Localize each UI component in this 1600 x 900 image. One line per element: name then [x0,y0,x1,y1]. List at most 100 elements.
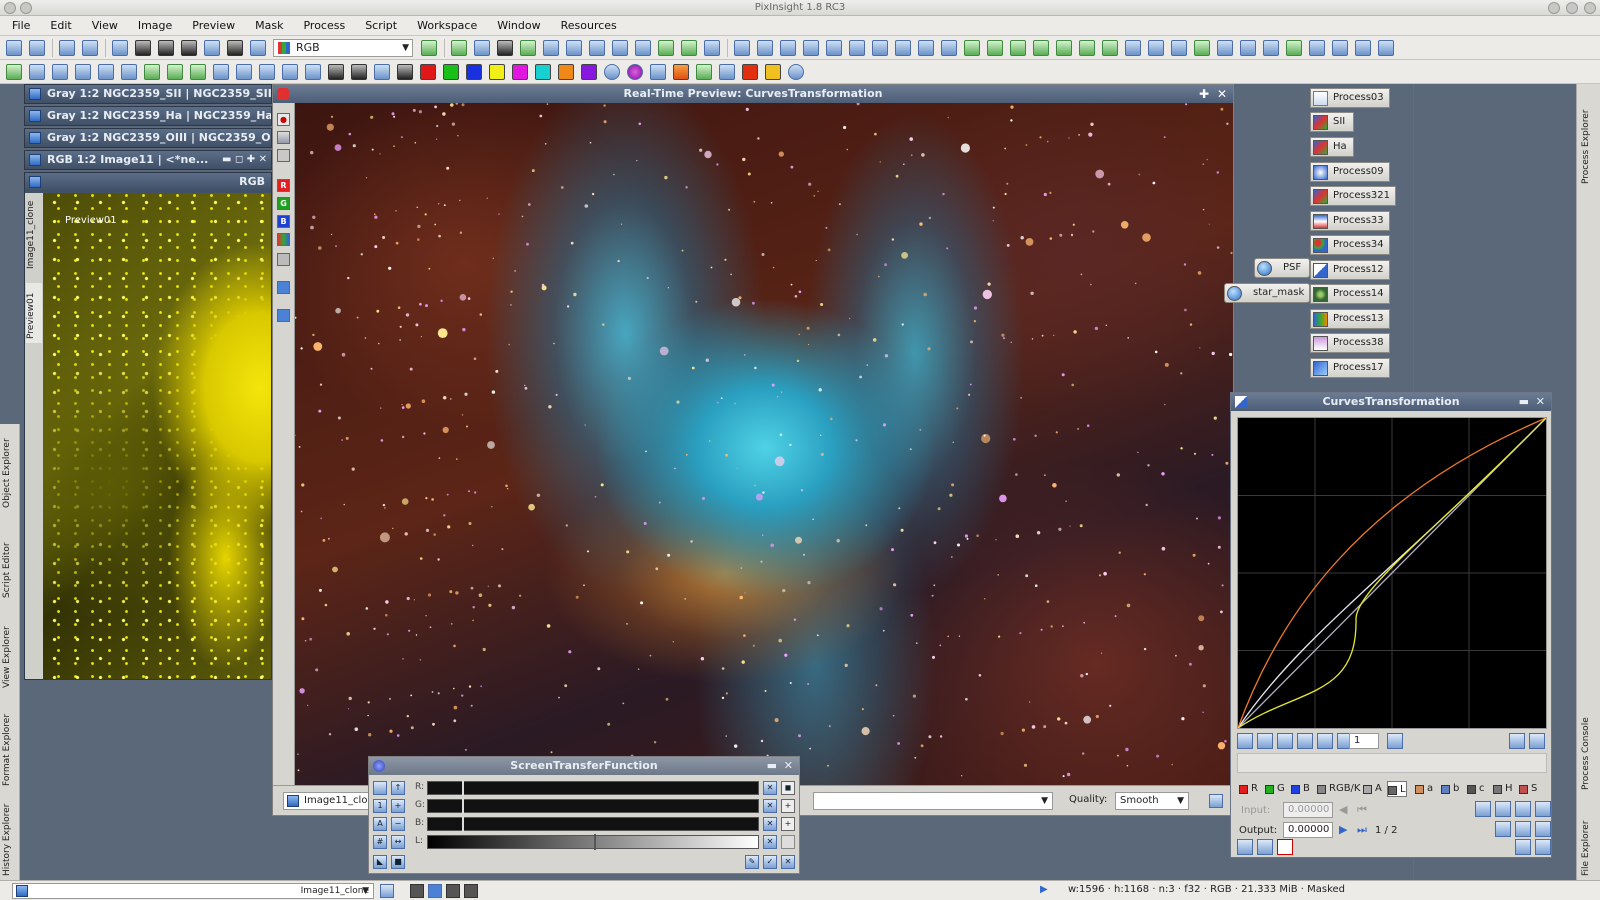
process-icon[interactable]: Process38 [1310,333,1390,353]
mirror-h-icon[interactable] [213,63,229,80]
tab-preview01[interactable]: Preview01 [26,283,42,343]
redo-icon[interactable] [29,39,45,56]
process-icon[interactable]: Process14 [1310,284,1390,304]
red-channel-icon[interactable] [420,63,436,80]
image-window-sii[interactable]: Gray 1:2 NGC2359_SII | NGC2359_SII... [24,84,272,104]
apply-global-icon[interactable] [1257,839,1273,855]
fft-icon[interactable] [98,63,114,80]
duplicate-icon[interactable] [82,39,98,56]
tab-view-explorer[interactable]: View Explorer [2,612,18,692]
undo-icon[interactable] [6,39,22,56]
preview-edit-icon[interactable] [872,39,888,56]
console-icon[interactable] [1378,39,1394,56]
zoom-fill-icon[interactable] [589,39,605,56]
workspace-2-icon[interactable] [987,39,1003,56]
nebula-image[interactable] [295,103,1233,785]
zoom-reset-icon[interactable] [612,39,628,56]
auto-stretch-icon[interactable]: ✕ [763,817,777,831]
auto-icon[interactable]: A [373,817,387,831]
menu-file[interactable]: File [12,19,30,32]
rgb-window-header[interactable]: RGB [25,173,271,191]
transpose-icon[interactable] [305,63,321,80]
zoom-mode-2-icon[interactable] [428,884,442,898]
last-point-icon[interactable]: ⏭ [1357,823,1367,837]
invert-icon[interactable] [328,63,344,80]
zoom-input[interactable]: 1 [1349,733,1379,749]
image-icon-psf[interactable]: PSF [1254,258,1310,278]
menu-process[interactable]: Process [303,19,345,32]
close-icon[interactable]: ✕ [1217,85,1227,103]
process-icon[interactable]: Process09 [1310,162,1390,182]
workspace-5-icon[interactable] [1056,39,1072,56]
input-field[interactable]: 0.00000 [1283,802,1333,818]
process-icon[interactable]: Process13 [1310,309,1390,329]
histogram-toggle-icon[interactable] [1509,733,1525,749]
channel-b[interactable]: b [1441,781,1459,797]
plus-icon[interactable]: + [391,799,405,813]
blue-button[interactable]: B [277,215,290,228]
edit-instance-icon[interactable] [1515,839,1531,855]
apply-global-icon[interactable]: ■ [391,855,405,869]
clip-icon[interactable] [277,149,290,162]
new-image-icon[interactable] [59,39,75,56]
rgb-channels-icon[interactable] [250,39,266,56]
channel-r[interactable]: R [1239,781,1258,797]
new-instance-icon[interactable] [1237,839,1253,855]
maximize-icon[interactable] [1566,2,1578,14]
zoom-mode-4-icon[interactable] [464,884,478,898]
stf-icon[interactable] [227,39,243,56]
delete-point-icon[interactable] [1277,733,1293,749]
tab-script-editor[interactable]: Script Editor [2,522,18,602]
violet-channel-icon[interactable] [581,63,597,80]
rgb-button[interactable] [277,233,290,246]
play-icon[interactable] [742,63,758,80]
zoom-fit-icon[interactable] [566,39,582,56]
workspace-1-icon[interactable] [964,39,980,56]
zoom-in-icon[interactable] [734,39,750,56]
auto-stretch-icon[interactable]: ✕ [763,835,777,849]
grid-icon[interactable]: # [373,835,387,849]
tab-image11-clone[interactable]: Image11_clone [26,201,42,273]
reset-icon[interactable]: ● [277,113,290,126]
orange-channel-icon[interactable] [558,63,574,80]
cube-icon[interactable] [650,63,666,80]
process-icon[interactable]: Process33 [1310,211,1390,231]
curves-header[interactable]: CurvesTransformation ▬ ✕ [1231,393,1551,411]
mask-enable-icon[interactable] [158,39,174,56]
process-icon[interactable]: Ha [1310,137,1354,157]
clear-mask-icon[interactable] [397,63,413,80]
display-mode-select[interactable]: RGB ▼ [273,38,413,57]
stf-header[interactable]: ScreenTransferFunction ▬ ✕ [369,757,799,775]
channel-a[interactable]: a [1415,781,1433,797]
zoom-actual-icon[interactable] [635,39,651,56]
interp-linear-icon[interactable] [1515,801,1531,817]
zoom-reset-icon[interactable] [1387,733,1403,749]
process-icon[interactable]: SII [1310,112,1354,132]
gear-icon[interactable] [604,63,620,80]
swap-icon[interactable]: ↔ [391,835,405,849]
check-icon[interactable]: ✓ [763,855,777,869]
process-icon[interactable]: Process34 [1310,235,1390,255]
tab-object-explorer[interactable]: Object Explorer [2,432,18,512]
zoom-out-icon[interactable] [757,39,773,56]
midtones-marker[interactable] [594,834,596,850]
pointer-icon[interactable] [704,39,720,56]
menu-workspace[interactable]: Workspace [417,19,477,32]
edit-icon[interactable]: ✎ [745,855,759,869]
process-icon[interactable]: Process17 [1310,358,1390,378]
mirror-v-icon[interactable] [236,63,252,80]
minus-icon[interactable]: − [391,817,405,831]
grayscale-icon[interactable] [351,63,367,80]
midtones-marker[interactable] [462,780,464,796]
pin-icon[interactable]: ✚ [1199,85,1209,103]
stf-g-slider[interactable] [427,798,759,814]
window-tile-icon[interactable] [497,39,513,56]
channel-b[interactable]: B [1291,781,1310,797]
channel-s[interactable]: S [1519,781,1537,797]
mask-show-icon[interactable] [135,39,151,56]
green-channel-icon[interactable] [443,63,459,80]
select-point-icon[interactable] [1257,733,1273,749]
close-icon[interactable] [1584,2,1596,14]
pin-icon[interactable]: ▬ [767,757,777,775]
plus-box-icon[interactable]: + [781,817,795,831]
